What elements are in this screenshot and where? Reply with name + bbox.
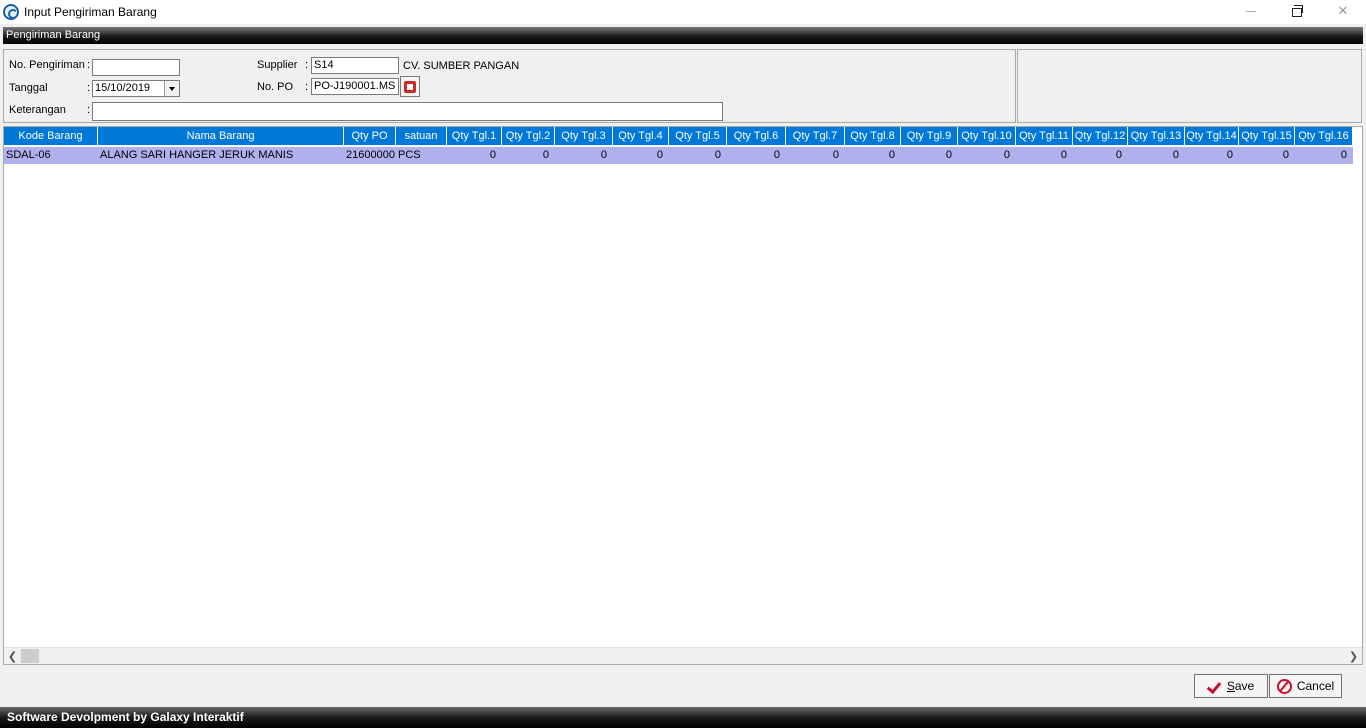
cell-qty-tgl[interactable]: 0 (1073, 147, 1128, 164)
column-header[interactable]: Kode Barang (4, 127, 98, 146)
supplier-code-input[interactable]: S14 (311, 57, 399, 74)
save-button[interactable]: Save (1194, 674, 1268, 698)
column-header[interactable]: Qty Tgl.11 (1016, 127, 1073, 146)
lookup-icon (404, 80, 416, 93)
column-header[interactable]: Qty Tgl.10 (958, 127, 1016, 146)
column-header[interactable]: Qty Tgl.9 (901, 127, 958, 146)
cell-qty-tgl[interactable]: 0 (1295, 147, 1353, 164)
table-row[interactable]: SDAL-06 ALANG SARI HANGER JERUK MANIS 2160… (4, 147, 1353, 164)
minimize-icon (1246, 10, 1256, 12)
column-header[interactable]: Qty Tgl.4 (613, 127, 669, 146)
column-header[interactable]: Qty Tgl.16 (1295, 127, 1353, 146)
no-pengiriman-label: No. Pengiriman (9, 59, 85, 71)
checkmark-icon (1208, 679, 1222, 693)
column-header[interactable]: Qty Tgl.1 (447, 127, 502, 146)
tanggal-date-picker[interactable]: 15/10/2019 (92, 80, 180, 97)
tanggal-label: Tanggal (9, 82, 48, 94)
column-header[interactable]: Qty PO (344, 127, 396, 146)
chevron-down-icon (169, 86, 175, 91)
date-dropdown-button[interactable] (164, 81, 179, 96)
cell-qty-tgl[interactable]: 0 (447, 147, 502, 164)
keterangan-input[interactable] (92, 102, 723, 121)
cell-qty-tgl[interactable]: 0 (845, 147, 901, 164)
items-grid[interactable]: Kode Barang Nama Barang Qty PO satuan Qty Tg… (3, 126, 1363, 665)
scroll-left-icon[interactable]: ❮ (4, 648, 21, 664)
cancel-button[interactable]: Cancel (1269, 674, 1342, 698)
no-po-label: No. PO (257, 81, 294, 93)
save-label: Save (1227, 679, 1254, 693)
horizontal-scrollbar[interactable]: ❮ ❯ (4, 647, 1362, 664)
no-po-input[interactable]: PO-J190001.MS (311, 78, 399, 95)
column-header[interactable]: Qty Tgl.12 (1073, 127, 1128, 146)
cell-qty-tgl[interactable]: 0 (1239, 147, 1295, 164)
column-header[interactable]: satuan (396, 127, 447, 146)
cell-satuan[interactable]: PCS (396, 147, 447, 164)
supplier-label: Supplier (257, 59, 298, 71)
window-controls: ✕ (1228, 0, 1366, 24)
cell-qty-tgl[interactable]: 0 (901, 147, 958, 164)
restore-button[interactable] (1274, 0, 1320, 22)
cell-qty-po[interactable]: 21600000 (344, 147, 396, 164)
save-mnemonic: S (1226, 679, 1235, 693)
colon: : (87, 82, 91, 94)
minimize-button[interactable] (1228, 0, 1274, 22)
scroll-thumb[interactable] (21, 649, 39, 663)
column-header[interactable]: Qty Tgl.2 (502, 127, 555, 146)
window-title: Input Pengiriman Barang (24, 5, 157, 19)
supplier-name: CV. SUMBER PANGAN (403, 60, 520, 72)
cancel-icon (1276, 678, 1292, 694)
cell-qty-tgl[interactable]: 0 (613, 147, 669, 164)
close-icon: ✕ (1337, 3, 1349, 18)
column-header[interactable]: Nama Barang (98, 127, 344, 146)
cell-qty-tgl[interactable]: 0 (727, 147, 786, 164)
column-header[interactable]: Qty Tgl.15 (1239, 127, 1295, 146)
form-panel: No. Pengiriman : Tanggal : 15/10/2019 Ke… (3, 49, 1016, 123)
scroll-right-icon[interactable]: ❯ (1345, 648, 1362, 664)
no-pengiriman-input[interactable] (92, 59, 180, 76)
column-header[interactable]: Qty Tgl.14 (1185, 127, 1239, 146)
restore-icon (1292, 4, 1303, 17)
cell-qty-tgl[interactable]: 0 (1128, 147, 1185, 164)
colon: : (87, 104, 91, 116)
column-header[interactable]: Qty Tgl.7 (786, 127, 845, 146)
save-label-rest: ave (1234, 679, 1255, 693)
side-panel (1017, 49, 1362, 123)
po-lookup-button[interactable] (400, 76, 420, 97)
column-header[interactable]: Qty Tgl.8 (845, 127, 901, 146)
cell-qty-tgl[interactable]: 0 (958, 147, 1016, 164)
cell-qty-tgl[interactable]: 0 (502, 147, 555, 164)
close-button[interactable]: ✕ (1320, 0, 1366, 22)
cell-qty-tgl[interactable]: 0 (1016, 147, 1073, 164)
cell-qty-tgl[interactable]: 0 (786, 147, 845, 164)
app-logo-icon (3, 4, 19, 20)
cancel-label: Cancel (1296, 679, 1335, 693)
colon: : (305, 81, 309, 93)
cell-qty-tgl[interactable]: 0 (555, 147, 613, 164)
cell-qty-tgl[interactable]: 0 (1185, 147, 1239, 164)
cell-nama-barang[interactable]: ALANG SARI HANGER JERUK MANIS (98, 147, 344, 164)
title-bar: Input Pengiriman Barang ✕ (0, 0, 1366, 24)
column-header[interactable]: Qty Tgl.5 (669, 127, 727, 146)
colon: : (305, 59, 309, 71)
column-header[interactable]: Qty Tgl.3 (555, 127, 613, 146)
column-header[interactable]: Qty Tgl.6 (727, 127, 786, 146)
colon: : (87, 59, 91, 71)
grid-header: Kode Barang Nama Barang Qty PO satuan Qty Tg… (4, 127, 1353, 147)
keterangan-label: Keterangan (9, 104, 66, 116)
tanggal-value: 15/10/2019 (95, 82, 151, 94)
section-header: Pengiriman Barang (3, 27, 1363, 44)
cell-kode-barang[interactable]: SDAL-06 (4, 147, 98, 164)
cell-qty-tgl[interactable]: 0 (669, 147, 727, 164)
footer: Software Devolpment by Galaxy Interaktif (0, 707, 1366, 728)
column-header[interactable]: Qty Tgl.13 (1128, 127, 1185, 146)
